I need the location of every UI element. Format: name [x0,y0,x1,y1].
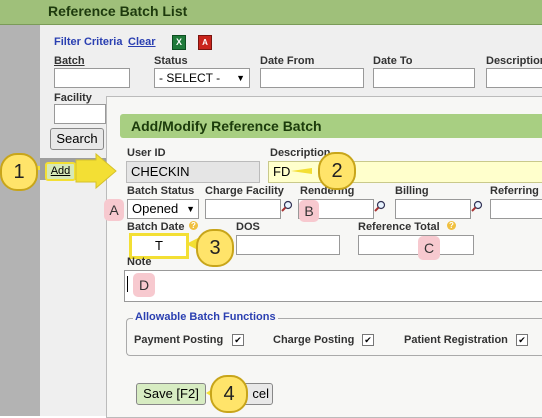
callout-4: 4 [210,375,248,413]
arrow-2 [291,168,312,174]
callout-1: 1 [0,153,38,191]
callout-b: B [299,200,319,222]
callout-2: 2 [318,152,356,190]
callout-a: A [104,199,124,221]
arrow-add-to-dialog [75,152,117,190]
callout-c: C [418,236,440,260]
callout-d: D [133,273,155,297]
callout-3: 3 [196,229,234,267]
callout-arrows [24,152,312,398]
